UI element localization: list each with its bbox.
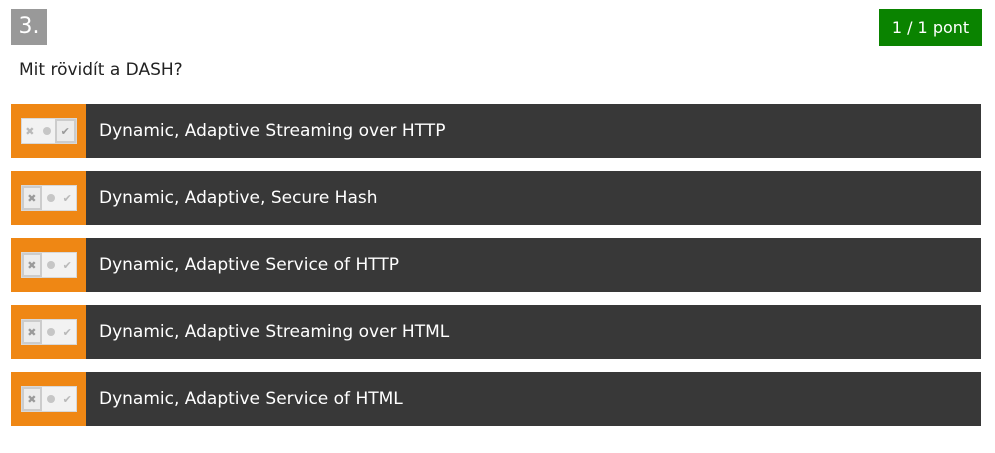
dot-icon[interactable] [42,387,59,411]
answer-label: Dynamic, Adaptive, Secure Hash [99,188,378,208]
dot-icon[interactable] [38,119,55,143]
check-icon[interactable]: ✔ [59,186,76,210]
dot-icon[interactable] [42,320,59,344]
answer-label: Dynamic, Adaptive Streaming over HTTP [99,121,446,141]
x-icon[interactable]: ✖ [21,320,43,344]
tristate-switch[interactable]: ✖ ✔ [20,185,77,211]
tristate-toggle[interactable]: ✖ ✔ [11,238,86,292]
tristate-switch[interactable]: ✖ ✔ [20,386,77,412]
x-icon[interactable]: ✖ [21,253,43,277]
answer-list: ✖ ✔ Dynamic, Adaptive Streaming over HTT… [11,104,981,439]
check-icon[interactable]: ✔ [54,119,76,143]
x-icon[interactable]: ✖ [21,186,43,210]
tristate-toggle[interactable]: ✖ ✔ [11,305,86,359]
tristate-toggle[interactable]: ✖ ✔ [11,372,86,426]
answer-label: Dynamic, Adaptive Service of HTML [99,389,403,409]
answer-option[interactable]: ✖ ✔ Dynamic, Adaptive Streaming over HTM… [11,305,981,359]
check-icon[interactable]: ✔ [59,320,76,344]
tristate-toggle[interactable]: ✖ ✔ [11,104,86,158]
x-icon[interactable]: ✖ [21,387,43,411]
answer-option[interactable]: ✖ ✔ Dynamic, Adaptive Service of HTTP [11,238,981,292]
check-icon[interactable]: ✔ [59,253,76,277]
tristate-toggle[interactable]: ✖ ✔ [11,171,86,225]
quiz-question: 3. 1 / 1 pont Mit rövidít a DASH? ✖ ✔ Dy… [0,0,995,453]
x-icon[interactable]: ✖ [22,119,39,143]
check-icon[interactable]: ✔ [59,387,76,411]
answer-label: Dynamic, Adaptive Service of HTTP [99,255,399,275]
tristate-switch[interactable]: ✖ ✔ [20,319,77,345]
dot-icon[interactable] [42,186,59,210]
answer-option[interactable]: ✖ ✔ Dynamic, Adaptive Streaming over HTT… [11,104,981,158]
question-number: 3. [11,9,47,45]
score-badge: 1 / 1 pont [879,9,982,46]
dot-icon[interactable] [42,253,59,277]
tristate-switch[interactable]: ✖ ✔ [20,252,77,278]
answer-option[interactable]: ✖ ✔ Dynamic, Adaptive, Secure Hash [11,171,981,225]
answer-option[interactable]: ✖ ✔ Dynamic, Adaptive Service of HTML [11,372,981,426]
answer-label: Dynamic, Adaptive Streaming over HTML [99,322,450,342]
question-text: Mit rövidít a DASH? [19,60,183,80]
tristate-switch[interactable]: ✖ ✔ [20,118,77,144]
